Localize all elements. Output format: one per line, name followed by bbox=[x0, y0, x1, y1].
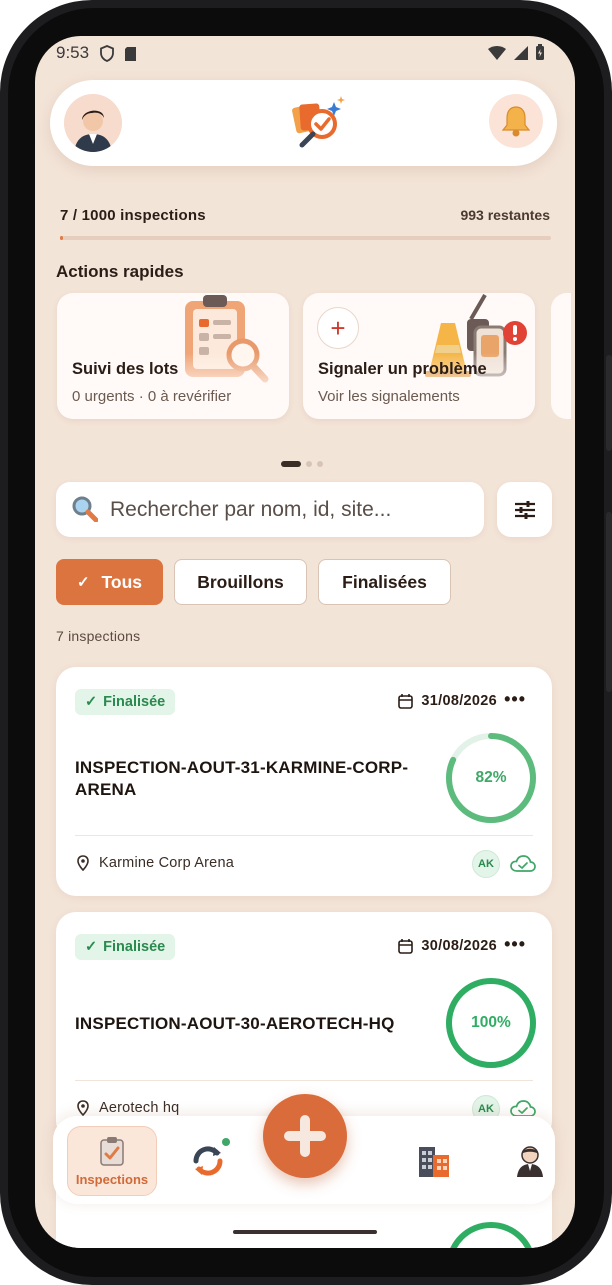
quick-action-report-problem[interactable]: + Signaler un problème Voir les signalem… bbox=[303, 293, 535, 419]
check-icon: ✓ bbox=[76, 574, 90, 591]
bell-icon bbox=[501, 106, 531, 137]
card-date-text: 30/08/2026 bbox=[421, 938, 497, 954]
sync-icon bbox=[193, 1146, 223, 1176]
nav-inspections[interactable]: Inspections bbox=[67, 1126, 157, 1196]
search-input[interactable] bbox=[110, 482, 470, 537]
status-badge: ✓ Finalisée bbox=[75, 934, 176, 960]
status-left-icons bbox=[100, 45, 137, 62]
check-icon: ✓ bbox=[85, 939, 98, 955]
quick-action-lots-subtitle: 0 urgents · 0 à revérifier bbox=[72, 388, 232, 405]
nav-profile[interactable] bbox=[485, 1126, 575, 1196]
check-icon: ✓ bbox=[85, 694, 98, 710]
progress-ring-label: 100% bbox=[471, 1014, 511, 1031]
phone-frame: 9:53 7 / 1000 inspections 993 restantes … bbox=[0, 0, 612, 1285]
app-logo bbox=[286, 94, 348, 152]
notifications-button[interactable] bbox=[489, 94, 543, 148]
nav-sync[interactable] bbox=[163, 1126, 253, 1196]
sync-status-dot bbox=[222, 1138, 230, 1146]
location-pin-icon bbox=[77, 1100, 89, 1116]
search-icon bbox=[72, 496, 98, 522]
card-site: Aerotech hq bbox=[77, 1100, 179, 1116]
quick-action-next-peek[interactable] bbox=[551, 293, 571, 419]
filter-chip-finalized-label: Finalisées bbox=[342, 571, 427, 592]
more-options-button[interactable]: ••• bbox=[504, 689, 526, 710]
shield-icon bbox=[100, 45, 114, 62]
carousel-dot[interactable] bbox=[306, 461, 312, 467]
inspection-title: INSPECTION-AOUT-31-KARMINE-CORP-ARENA bbox=[75, 758, 409, 799]
progress-ring: 82% bbox=[444, 731, 538, 825]
cloud-synced-icon bbox=[510, 855, 536, 872]
progress-ring bbox=[450, 1222, 532, 1248]
quick-action-lots[interactable]: Suivi des lots 0 urgents · 0 à revérifie… bbox=[57, 293, 289, 419]
power-button bbox=[606, 512, 612, 692]
card-date: 31/08/2026 bbox=[398, 693, 497, 709]
filter-chip-all[interactable]: ✓ Tous bbox=[56, 559, 163, 605]
user-profile-icon bbox=[517, 1146, 543, 1177]
add-inspection-button[interactable] bbox=[263, 1094, 347, 1178]
filter-chip-drafts[interactable]: Brouillons bbox=[174, 559, 307, 605]
card-site-name: Karmine Corp Arena bbox=[99, 855, 234, 871]
more-options-button[interactable]: ••• bbox=[504, 934, 526, 955]
assignee-avatar: AK bbox=[472, 850, 500, 878]
sliders-icon bbox=[514, 500, 535, 519]
home-indicator[interactable] bbox=[233, 1230, 377, 1234]
quota-progress-bar bbox=[60, 236, 551, 240]
carousel-indicator bbox=[281, 461, 323, 467]
wifi-icon bbox=[488, 45, 506, 60]
person-avatar-icon bbox=[64, 94, 122, 152]
status-right-icons bbox=[487, 44, 545, 61]
quick-action-lots-title: Suivi des lots bbox=[72, 360, 179, 378]
filter-chip-drafts-label: Brouillons bbox=[197, 571, 284, 592]
carousel-dot-active[interactable] bbox=[281, 461, 301, 467]
filter-settings-button[interactable] bbox=[497, 482, 552, 537]
quick-action-report-subtitle: Voir les signalements bbox=[318, 388, 460, 405]
progress-ring: 100% bbox=[444, 976, 538, 1070]
clipboard-check-icon bbox=[100, 1136, 124, 1166]
filter-chip-finalized[interactable]: Finalisées bbox=[318, 559, 451, 605]
quota-progress-fill bbox=[60, 236, 64, 240]
nav-inspections-label: Inspections bbox=[75, 1171, 149, 1187]
inspection-title: INSPECTION-AOUT-30-AEROTECH-HQ bbox=[75, 1014, 395, 1033]
battery-icon bbox=[536, 44, 544, 60]
card-date: 30/08/2026 bbox=[398, 938, 497, 954]
filter-chip-all-label: Tous bbox=[101, 571, 143, 592]
inspection-count: 7 inspections bbox=[56, 628, 141, 644]
avatar[interactable] bbox=[64, 94, 122, 152]
progress-ring-label: 82% bbox=[475, 769, 507, 786]
status-bar: 9:53 bbox=[35, 36, 575, 72]
carousel-dot[interactable] bbox=[317, 461, 323, 467]
header-card bbox=[50, 80, 557, 166]
calendar-icon bbox=[398, 694, 414, 709]
status-badge: ✓ Finalisée bbox=[75, 689, 176, 715]
calendar-icon bbox=[398, 939, 414, 954]
search-box bbox=[56, 482, 484, 537]
status-time: 9:53 bbox=[56, 43, 90, 62]
quick-actions-title: Actions rapides bbox=[56, 262, 184, 281]
buildings-icon bbox=[419, 1147, 449, 1177]
plus-icon: + bbox=[317, 307, 359, 349]
inspection-card[interactable]: ✓ Finalisée 31/08/2026 ••• INSPECTION-AO… bbox=[56, 667, 552, 896]
plus-icon bbox=[284, 1115, 326, 1157]
card-date-text: 31/08/2026 bbox=[421, 693, 497, 709]
remaining-count: 993 restantes bbox=[460, 207, 550, 223]
quick-action-report-title: Signaler un problème bbox=[318, 360, 487, 378]
volume-button bbox=[606, 355, 612, 451]
sd-card-icon bbox=[125, 46, 136, 61]
inspection-quota-label: 7 / 1000 inspections bbox=[60, 207, 206, 224]
card-divider bbox=[75, 1080, 533, 1081]
screen: 9:53 7 / 1000 inspections 993 restantes … bbox=[35, 36, 575, 1248]
card-divider bbox=[75, 835, 533, 836]
location-pin-icon bbox=[77, 855, 89, 871]
nav-buildings[interactable] bbox=[389, 1126, 479, 1196]
signal-icon bbox=[514, 45, 528, 60]
card-site: Karmine Corp Arena bbox=[77, 855, 234, 871]
status-badge-label: Finalisée bbox=[103, 939, 166, 955]
card-site-name: Aerotech hq bbox=[99, 1100, 180, 1116]
status-badge-label: Finalisée bbox=[103, 694, 166, 710]
